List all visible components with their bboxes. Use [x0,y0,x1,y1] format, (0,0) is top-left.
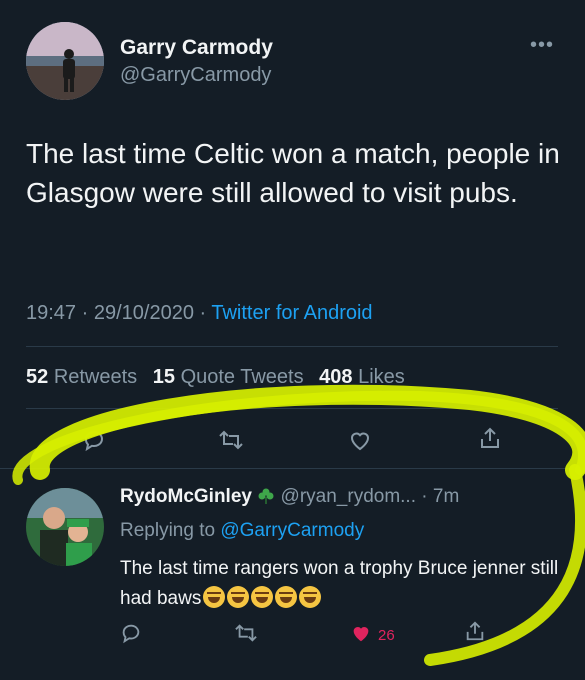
laughing-emoji [251,586,274,608]
quote-tweets-stat[interactable]: 15 Quote Tweets [153,366,304,388]
tweet-time: 19:47 [26,302,77,324]
reply-icon [122,624,140,644]
more-options-icon[interactable]: ••• [530,34,554,57]
retweets-stat[interactable]: 52 Retweets [26,366,137,388]
tweet-screenshot: Garry Carmody @GarryCarmody ••• The last… [0,0,585,680]
meta-separator: · [199,302,212,324]
retweet-icon [219,430,243,450]
likes-label: Likes [358,366,405,388]
likes-count: 408 [319,366,353,388]
tweet-stats: 52 Retweets 15 Quote Tweets 408 Likes [26,366,405,389]
laughing-emoji [275,586,298,608]
replying-to-mention[interactable]: @GarryCarmody [220,520,364,541]
author-name[interactable]: Garry Carmody [120,36,273,60]
author-handle[interactable]: @GarryCarmody [120,64,271,87]
divider [0,468,585,469]
share-icon [481,427,499,448]
laughing-emoji-row [201,586,322,609]
tweet-text: The last time Celtic won a match, people… [26,138,560,208]
share-icon [466,621,484,641]
reply-author-avatar[interactable] [26,488,104,566]
replying-to-line: Replying to @GarryCarmody [120,520,364,542]
divider [26,346,558,347]
reply-like-button[interactable]: 26 [350,622,395,649]
reply-time: 7m [432,486,460,507]
quote-tweets-label: Quote Tweets [180,366,304,388]
tweet-date: 29/10/2020 [93,302,194,324]
tweet-source-link[interactable]: Twitter for Android [211,302,372,324]
share-button[interactable] [478,426,502,455]
reply-separator: · [421,486,428,507]
laughing-emoji [299,586,322,608]
reply-text: The last time rangers won a trophy Bruce… [120,558,559,609]
divider [26,408,558,409]
laughing-emoji [203,586,226,608]
like-icon [353,627,369,642]
replying-prefix: Replying to [120,520,216,541]
reply-button[interactable] [82,428,106,457]
reply-retweet-button[interactable] [234,622,258,649]
reply-icon [84,431,103,452]
meta-separator: · [81,302,94,324]
retweets-label: Retweets [53,366,138,388]
reply-reply-button[interactable] [120,622,142,649]
retweet-button[interactable] [218,428,244,457]
like-button[interactable] [348,428,372,457]
reply-author-name[interactable]: RydoMcGinley [120,486,252,507]
reply-like-count: 26 [378,627,395,644]
shamrock-icon [257,486,280,507]
likes-stat[interactable]: 408 Likes [319,366,405,388]
reply-author-handle[interactable]: @ryan_rydom... [281,486,416,507]
retweet-icon [235,624,257,642]
author-avatar[interactable] [26,22,104,100]
retweets-count: 52 [26,366,49,388]
tweet-meta: 19:47 · 29/10/2020 · Twitter for Android [26,302,373,325]
reply-share-button[interactable] [464,620,486,647]
quote-tweets-count: 15 [152,366,175,388]
like-icon [350,432,370,451]
laughing-emoji [227,586,250,608]
reply-text-block: The last time rangers won a trophy Bruce… [120,554,560,614]
reply-header: RydoMcGinley @ryan_rydom... · 7m [120,486,459,508]
